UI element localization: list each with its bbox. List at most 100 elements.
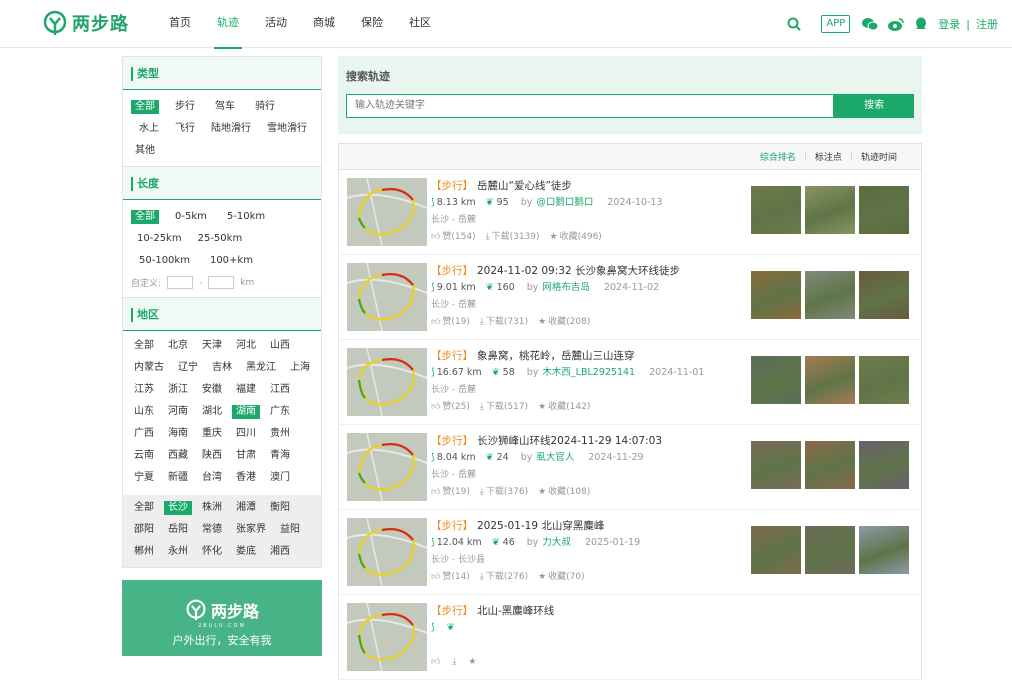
nav-home[interactable]: 首页 [156,0,204,48]
city-option[interactable]: 永州 [164,545,192,559]
download-stat[interactable]: ⤓ [452,653,458,671]
province-option[interactable]: 江苏 [130,383,158,397]
type-option[interactable]: 飞行 [171,122,199,136]
track-title[interactable]: 【步行】 岳麓山“爱心线”徒步 [431,178,663,194]
sort-composite[interactable]: 综合排名 [752,150,804,163]
province-option[interactable]: 福建 [232,383,260,397]
site-logo[interactable]: 两步路 [42,10,129,36]
download-stat[interactable]: ⤓ 下载(517) [480,398,528,416]
province-option[interactable]: 贵州 [266,427,294,441]
track-photo[interactable] [805,441,855,489]
province-option[interactable]: 湖北 [198,405,226,419]
like-stat[interactable]: 👍︎ 赞(14) [431,568,470,586]
download-stat[interactable]: ⤓ 下载(376) [480,483,528,501]
city-option[interactable]: 张家界 [232,523,270,537]
track-photo[interactable] [859,356,909,404]
track-photo[interactable] [805,271,855,319]
city-option[interactable]: 衡阳 [266,501,294,515]
track-photo[interactable] [859,271,909,319]
track-item[interactable]: 【步行】 长沙狮峰山环线2024-11-29 14:07:03 ⟆ 8.04 km… [339,425,921,510]
track-photo[interactable] [751,186,801,234]
province-option[interactable]: 河南 [164,405,192,419]
province-option[interactable]: 广西 [130,427,158,441]
favorite-stat[interactable]: ★ [468,653,478,671]
province-option[interactable]: 上海 [286,361,314,375]
track-title-text[interactable]: 岳麓山“爱心线”徒步 [477,180,572,192]
custom-max-input[interactable] [208,276,235,289]
province-option[interactable]: 山东 [130,405,158,419]
city-option[interactable]: 湘潭 [232,501,260,515]
track-item[interactable]: 【步行】 2024-11-02 09:32 长沙象鼻窝大环线徒步 ⟆ 9.01 k… [339,255,921,340]
track-title-text[interactable]: 北山-黑麋峰环线 [477,605,554,617]
download-stat[interactable]: ⤓ 下载(276) [480,568,528,586]
length-option[interactable]: 25-50km [194,232,247,246]
length-option[interactable]: 10-25km [133,232,186,246]
nav-insurance[interactable]: 保险 [348,0,396,48]
province-option[interactable]: 云南 [130,449,158,463]
qq-icon[interactable] [914,17,928,31]
track-map-thumbnail[interactable] [346,177,428,247]
track-map-thumbnail[interactable] [346,432,428,502]
province-option[interactable]: 安徽 [198,383,226,397]
weibo-icon[interactable] [888,17,905,31]
province-option[interactable]: 内蒙古 [130,361,168,375]
track-map-thumbnail[interactable] [346,517,428,587]
track-title[interactable]: 【步行】 象鼻窝，桃花岭，岳麓山三山连穿 [431,348,704,364]
favorite-stat[interactable]: ★ 收藏(496) [550,228,602,246]
province-option[interactable]: 重庆 [198,427,226,441]
city-option[interactable]: 长沙 [164,501,192,515]
province-option[interactable]: 甘肃 [232,449,260,463]
city-option[interactable]: 郴州 [130,545,158,559]
track-photo[interactable] [751,271,801,319]
province-option[interactable]: 香港 [232,471,260,485]
type-option[interactable]: 水上 [135,122,163,136]
province-option[interactable]: 陕西 [198,449,226,463]
track-photo[interactable] [805,526,855,574]
nav-community[interactable]: 社区 [396,0,444,48]
track-item[interactable]: 【步行】 北山-黑麋峰环线 ⟆ ❦ 👍︎ ⤓ ★ [339,595,921,680]
city-option[interactable]: 湘西 [266,545,294,559]
track-item[interactable]: 【步行】 岳麓山“爱心线”徒步 ⟆ 8.13 km ❦ 95 by @口鹅口鹅口 … [339,170,921,255]
province-option[interactable]: 河北 [232,339,260,353]
track-author-link[interactable]: @口鹅口鹅口 [536,194,593,212]
search-input[interactable]: 输入轨迹关键字 [346,94,835,118]
province-option[interactable]: 辽宁 [174,361,202,375]
track-author-link[interactable]: 网格布吉岛 [542,279,590,297]
track-map-thumbnail[interactable] [346,262,428,332]
track-map-thumbnail[interactable] [346,602,428,672]
province-option[interactable]: 山西 [266,339,294,353]
login-link[interactable]: 登录 [938,16,960,32]
length-option[interactable]: 0-5km [171,210,211,224]
province-option[interactable]: 北京 [164,339,192,353]
app-download-button[interactable]: APP [821,15,851,33]
city-option[interactable]: 株洲 [198,501,226,515]
sort-time[interactable]: 轨迹时间 [853,150,905,163]
type-option[interactable]: 雪地滑行 [263,122,311,136]
track-photo[interactable] [859,526,909,574]
city-option[interactable]: 邵阳 [130,523,158,537]
type-option[interactable]: 驾车 [211,100,239,114]
province-option[interactable]: 广东 [266,405,294,419]
custom-min-input[interactable] [167,276,194,289]
province-option[interactable]: 江西 [266,383,294,397]
app-promo-banner[interactable]: 两步路 2BULU.COM 户外出行，安全有我 [122,580,322,656]
province-option[interactable]: 青海 [266,449,294,463]
track-author-link[interactable]: 力大叔 [542,534,571,552]
length-option[interactable]: 50-100km [135,254,194,268]
wechat-icon[interactable] [862,17,879,31]
city-option[interactable]: 娄底 [232,545,260,559]
track-title-text[interactable]: 2024-11-02 09:32 长沙象鼻窝大环线徒步 [477,265,680,277]
favorite-stat[interactable]: ★ 收藏(108) [538,483,590,501]
province-option[interactable]: 宁夏 [130,471,158,485]
like-stat[interactable]: 👍︎ 赞(25) [431,398,470,416]
like-stat[interactable]: 👍︎ 赞(154) [431,228,476,246]
track-author-link[interactable]: 虱大官人 [536,449,574,467]
track-title[interactable]: 【步行】 2024-11-02 09:32 长沙象鼻窝大环线徒步 [431,263,680,279]
track-title[interactable]: 【步行】 2025-01-19 北山穿黑麋峰 [431,518,640,534]
type-option[interactable]: 骑行 [251,100,279,114]
nav-tracks[interactable]: 轨迹 [204,0,252,49]
like-stat[interactable]: 👍︎ [431,653,442,671]
province-option[interactable]: 浙江 [164,383,192,397]
track-photo[interactable] [859,186,909,234]
nav-activities[interactable]: 活动 [252,0,300,48]
